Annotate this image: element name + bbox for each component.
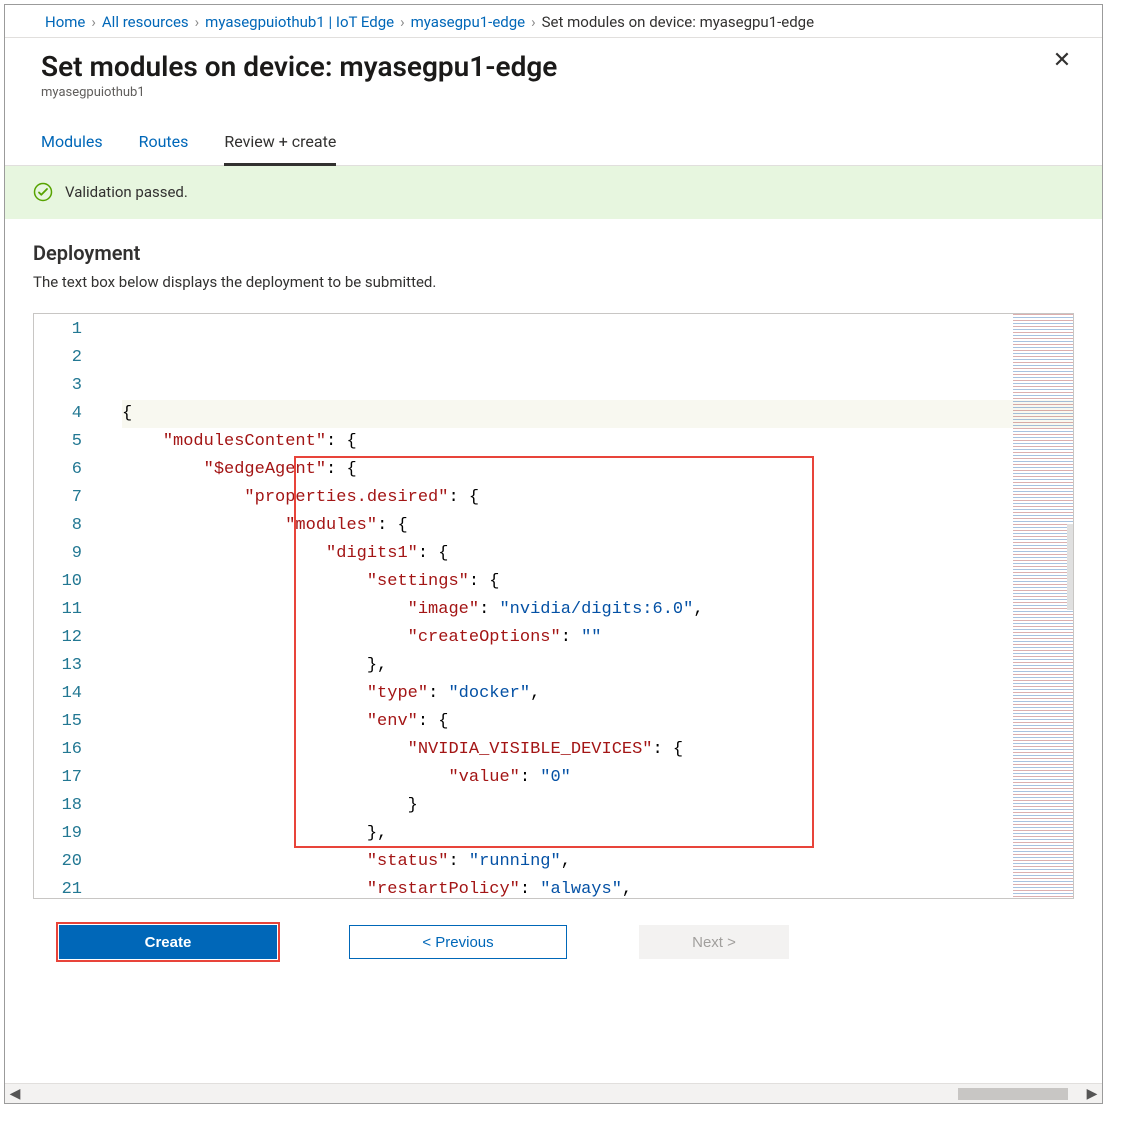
chevron-right-icon: › xyxy=(531,13,536,31)
tab-routes[interactable]: Routes xyxy=(139,122,189,165)
editor-minimap[interactable] xyxy=(1013,314,1073,898)
line-number: 17 xyxy=(34,764,82,792)
section-heading-deployment: Deployment xyxy=(33,241,1074,265)
line-number: 11 xyxy=(34,596,82,624)
close-icon[interactable]: ✕ xyxy=(1048,50,1076,72)
line-number: 8 xyxy=(34,512,82,540)
code-line[interactable]: "status": "running", xyxy=(122,848,1073,876)
line-number: 13 xyxy=(34,652,82,680)
validation-banner: Validation passed. xyxy=(5,166,1102,219)
deployment-json-editor[interactable]: 123456789101112131415161718192021 { "mod… xyxy=(33,313,1074,899)
line-number: 20 xyxy=(34,848,82,876)
create-button[interactable]: Create xyxy=(59,925,277,959)
line-number: 19 xyxy=(34,820,82,848)
line-number: 18 xyxy=(34,792,82,820)
line-number: 9 xyxy=(34,540,82,568)
page-title: Set modules on device: myasegpu1-edge xyxy=(41,50,557,83)
line-number: 6 xyxy=(34,456,82,484)
code-line[interactable]: "NVIDIA_VISIBLE_DEVICES": { xyxy=(122,736,1073,764)
validation-message: Validation passed. xyxy=(65,183,188,201)
breadcrumb-item: Set modules on device: myasegpu1-edge xyxy=(542,13,814,31)
breadcrumb-item[interactable]: myasegpuiothub1 | IoT Edge xyxy=(205,13,394,31)
code-line[interactable]: { xyxy=(122,400,1073,428)
code-line[interactable]: } xyxy=(122,792,1073,820)
code-line[interactable]: "$edgeAgent": { xyxy=(122,456,1073,484)
code-line[interactable]: "image": "nvidia/digits:6.0", xyxy=(122,596,1073,624)
check-circle-icon xyxy=(33,182,53,202)
line-number: 12 xyxy=(34,624,82,652)
chevron-right-icon: › xyxy=(400,13,405,31)
breadcrumb-item[interactable]: Home xyxy=(45,13,85,31)
line-number: 5 xyxy=(34,428,82,456)
scroll-right-icon[interactable]: ▶ xyxy=(1084,1086,1100,1102)
section-description: The text box below displays the deployme… xyxy=(33,273,1074,291)
code-line[interactable]: }, xyxy=(122,652,1073,680)
chevron-right-icon: › xyxy=(91,13,96,31)
code-line[interactable]: "modules": { xyxy=(122,512,1073,540)
line-number: 4 xyxy=(34,400,82,428)
tab-review-create[interactable]: Review + create xyxy=(224,122,336,165)
code-line[interactable]: "properties.desired": { xyxy=(122,484,1073,512)
breadcrumb-item[interactable]: All resources xyxy=(102,13,189,31)
line-number: 16 xyxy=(34,736,82,764)
code-line[interactable]: "restartPolicy": "always", xyxy=(122,876,1073,898)
horizontal-scrollbar[interactable]: ◀ ▶ xyxy=(5,1083,1102,1103)
breadcrumb-item[interactable]: myasegpu1-edge xyxy=(411,13,525,31)
next-button: Next > xyxy=(639,925,789,959)
code-line[interactable]: "digits1": { xyxy=(122,540,1073,568)
line-number: 21 xyxy=(34,876,82,898)
code-line[interactable]: "value": "0" xyxy=(122,764,1073,792)
code-line[interactable]: "type": "docker", xyxy=(122,680,1073,708)
code-line[interactable]: "settings": { xyxy=(122,568,1073,596)
line-number: 15 xyxy=(34,708,82,736)
line-number: 14 xyxy=(34,680,82,708)
chevron-right-icon: › xyxy=(195,13,200,31)
line-number: 7 xyxy=(34,484,82,512)
code-line[interactable]: "createOptions": "" xyxy=(122,624,1073,652)
line-number: 2 xyxy=(34,344,82,372)
page-subtitle: myasegpuiothub1 xyxy=(41,85,557,100)
code-line[interactable]: "env": { xyxy=(122,708,1073,736)
line-number: 1 xyxy=(34,316,82,344)
scroll-thumb[interactable] xyxy=(958,1088,1068,1100)
code-line[interactable]: }, xyxy=(122,820,1073,848)
breadcrumb: Home › All resources › myasegpuiothub1 | IoT… xyxy=(5,5,1102,38)
tab-modules[interactable]: Modules xyxy=(41,122,103,165)
previous-button[interactable]: < Previous xyxy=(349,925,567,959)
code-line[interactable]: "modulesContent": { xyxy=(122,428,1073,456)
scroll-left-icon[interactable]: ◀ xyxy=(7,1086,23,1102)
tabs: Modules Routes Review + create xyxy=(5,122,1102,166)
line-number: 3 xyxy=(34,372,82,400)
line-number: 10 xyxy=(34,568,82,596)
